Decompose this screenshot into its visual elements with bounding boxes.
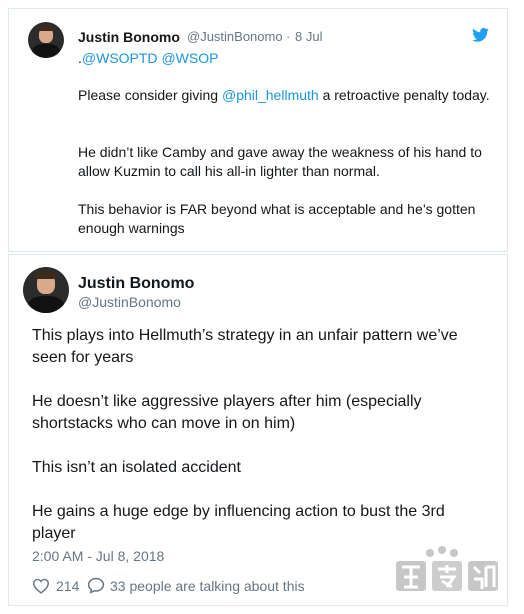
avatar-hair bbox=[37, 24, 55, 32]
author-handle[interactable]: @JustinBonomo bbox=[78, 294, 181, 310]
author-name[interactable]: Justin Bonomo bbox=[78, 29, 180, 45]
mention-link[interactable]: @WSOP bbox=[161, 50, 218, 66]
like-count[interactable]: 214 bbox=[56, 578, 79, 594]
avatar-shirt bbox=[31, 44, 61, 58]
avatar-hair bbox=[35, 270, 57, 279]
mention-link[interactable]: @phil_hellmuth bbox=[222, 87, 319, 103]
avatar-shirt bbox=[27, 295, 65, 313]
separator-dot: · bbox=[286, 29, 291, 44]
reply-mentions: .@WSOPTD @WSOP bbox=[78, 50, 218, 66]
tweet-paragraph: This isn’t an isolated accident bbox=[32, 459, 241, 476]
mention-link[interactable]: @WSOPTD bbox=[82, 50, 158, 66]
conversation-link[interactable]: 33 people are talking about this bbox=[110, 578, 305, 594]
avatar[interactable] bbox=[28, 22, 64, 58]
tweet-paragraph: Please consider giving @phil_hellmuth a … bbox=[78, 86, 498, 105]
site-logo-watermark bbox=[396, 546, 498, 591]
twitter-bird-icon[interactable] bbox=[472, 28, 489, 42]
author-handle[interactable]: @JustinBonomo bbox=[187, 29, 283, 44]
text-segment: Please consider giving bbox=[78, 87, 222, 103]
tweet-paragraph: This behavior is FAR beyond what is acce… bbox=[78, 201, 476, 236]
tweet-paragraph: This plays into Hellmuth’s strategy in a… bbox=[32, 327, 458, 366]
text-segment: a retroactive penalty today. bbox=[318, 87, 490, 103]
speech-bubble-icon[interactable] bbox=[87, 577, 105, 594]
author-name[interactable]: Justin Bonomo bbox=[78, 275, 194, 293]
heart-icon[interactable] bbox=[32, 578, 50, 594]
tweet-paragraph: He didn’t like Camby and gave away the w… bbox=[78, 144, 482, 179]
tweet-date[interactable]: 8 Jul bbox=[295, 29, 322, 44]
tweet-paragraph: He gains a huge edge by influencing acti… bbox=[32, 503, 445, 542]
avatar[interactable] bbox=[23, 267, 69, 313]
tweet-paragraph: He doesn’t like aggressive players after… bbox=[32, 393, 422, 432]
tweet-timestamp[interactable]: 2:00 AM - Jul 8, 2018 bbox=[32, 548, 164, 564]
